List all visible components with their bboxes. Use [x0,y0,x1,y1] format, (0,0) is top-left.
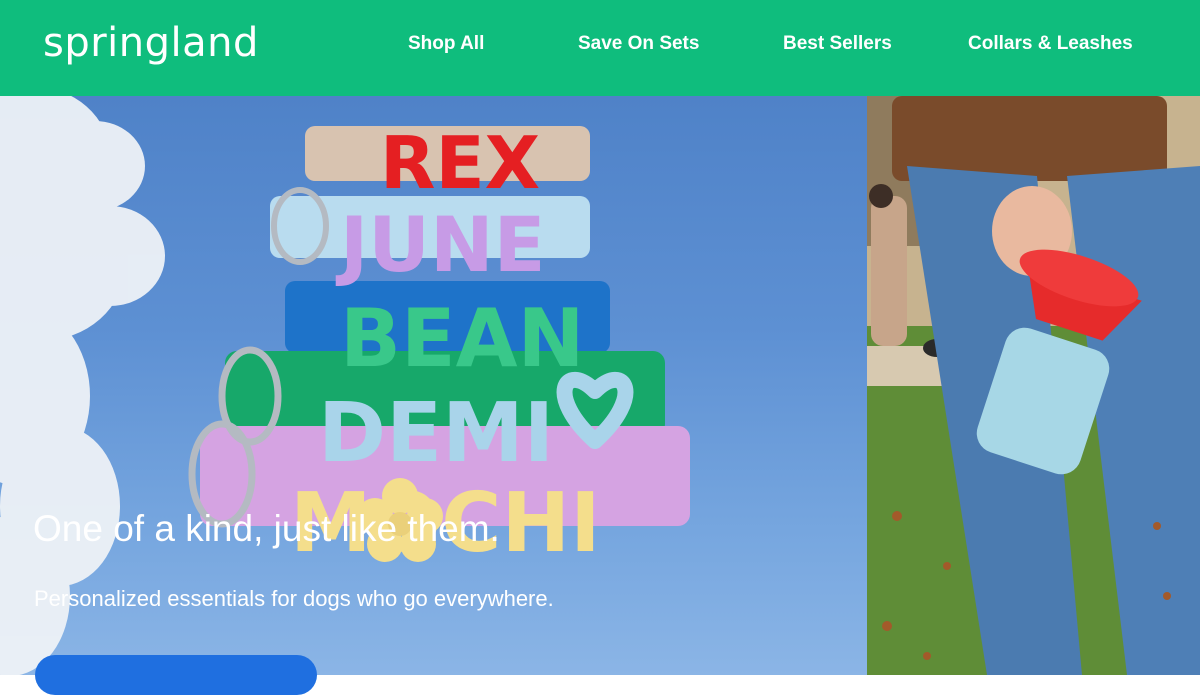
nav-collars-leashes[interactable]: Collars & Leashes [968,33,1133,55]
hero-image-park [867,96,1200,675]
hero-headline: One of a kind, just like them. [33,508,500,549]
brand-logo[interactable]: springland [43,20,259,66]
hero-image-collars: REX JUNE BEAN DEMI MOCHI One of a kind, … [0,96,867,675]
park-photo-illustration [867,96,1200,675]
nav-save-on-sets[interactable]: Save On Sets [578,33,699,55]
collar-name-bean: BEAN [340,292,585,385]
nav-best-sellers[interactable]: Best Sellers [783,33,892,55]
nav-shop-all[interactable]: Shop All [408,33,484,55]
shop-now-button[interactable] [35,655,317,695]
site-header: springland Shop All Save On Sets Best Se… [0,0,1200,96]
collar-name-demi: DEMI [318,386,554,481]
collar-name-june: JUNE [335,200,546,289]
collar-name-rex: REX [380,121,540,205]
hero-subtext: Personalized essentials for dogs who go … [34,586,554,611]
